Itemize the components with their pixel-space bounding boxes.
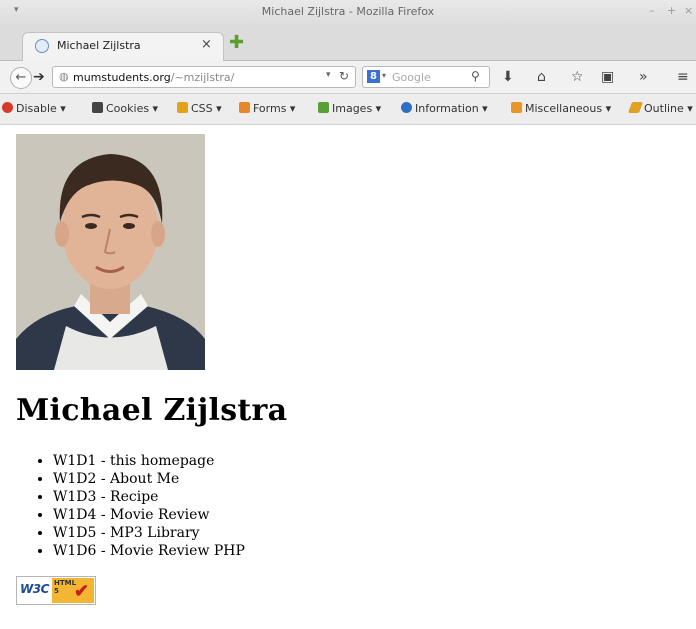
navigation-bar: ← ➔ ◍ mumstudents.org/~mzijlstra/ ▾ ↻ 8 … — [0, 61, 696, 94]
w3c-html5-validation-badge[interactable]: W3C HTML 5 ✔ — [16, 576, 96, 605]
list-item[interactable]: W1D5 - MP3 Library — [53, 524, 245, 542]
devbar-outline-label: Outline ▾ — [644, 102, 693, 115]
profile-photo — [16, 134, 205, 370]
window-titlebar: ▾ Michael Zijlstra - Mozilla Firefox – +… — [0, 0, 696, 26]
devbar-css-label: CSS ▾ — [191, 102, 222, 115]
home-icon[interactable]: ⌂ — [537, 70, 546, 84]
site-identity-globe-icon[interactable]: ◍ — [59, 70, 69, 83]
url-path: /~mzijlstra/ — [170, 71, 235, 84]
url-bar[interactable]: ◍ mumstudents.org/~mzijlstra/ ▾ ↻ — [52, 66, 356, 88]
list-item[interactable]: W1D3 - Recipe — [53, 488, 245, 506]
devbar-forms-label: Forms ▾ — [253, 102, 296, 115]
forward-arrow-icon[interactable]: ➔ — [33, 69, 45, 85]
checkmark-icon: ✔ — [74, 581, 90, 602]
url-domain: mumstudents.org — [73, 71, 171, 84]
devbar-miscellaneous[interactable]: Miscellaneous ▾ — [511, 102, 611, 115]
search-placeholder: Google — [392, 71, 431, 84]
close-window-icon[interactable]: × — [684, 4, 693, 17]
reload-icon[interactable]: ↻ — [339, 69, 349, 83]
page-title: Michael Zijlstra — [16, 393, 288, 428]
hamburger-menu-icon[interactable]: ≡ — [677, 70, 689, 84]
search-bar[interactable]: 8 ▾ Google ⚲ — [362, 66, 490, 88]
bookmarks-menu-icon[interactable]: ▣ — [601, 70, 614, 84]
overflow-chevron-icon[interactable]: » — [639, 70, 648, 84]
outline-icon — [627, 102, 644, 113]
information-icon — [401, 102, 412, 113]
new-tab-plus-icon[interactable]: ✚ — [229, 34, 247, 52]
bookmark-star-icon[interactable]: ☆ — [571, 70, 584, 84]
devbar-cookies[interactable]: Cookies ▾ — [92, 102, 158, 115]
list-item[interactable]: W1D2 - About Me — [53, 470, 245, 488]
tab-close-icon[interactable]: × — [201, 37, 212, 52]
assignment-list: W1D1 - this homepage W1D2 - About Me W1D… — [16, 452, 245, 560]
devbar-images[interactable]: Images ▾ — [318, 102, 381, 115]
miscellaneous-icon — [511, 102, 522, 113]
google-engine-icon[interactable]: 8 — [367, 70, 380, 83]
back-arrow-icon[interactable]: ← — [10, 67, 32, 89]
tab-michael-zijlstra[interactable]: Michael Zijlstra × — [22, 32, 224, 61]
w3c-logo: W3C — [20, 582, 49, 596]
list-item[interactable]: W1D4 - Movie Review — [53, 506, 245, 524]
forms-icon — [239, 102, 250, 113]
search-magnifier-icon[interactable]: ⚲ — [471, 69, 480, 83]
search-engine-dropdown-icon[interactable]: ▾ — [382, 71, 386, 80]
cookies-icon — [92, 102, 103, 113]
url-text[interactable]: mumstudents.org/~mzijlstra/ — [73, 71, 234, 84]
html5-text: HTML 5 — [54, 579, 77, 595]
devbar-forms[interactable]: Forms ▾ — [239, 102, 295, 115]
downloads-arrow-icon[interactable]: ⬇ — [502, 70, 514, 84]
devbar-information-label: Information ▾ — [415, 102, 488, 115]
devbar-miscellaneous-label: Miscellaneous ▾ — [525, 102, 612, 115]
maximize-icon[interactable]: + — [667, 4, 676, 17]
list-item[interactable]: W1D6 - Movie Review PHP — [53, 542, 245, 560]
disable-icon — [2, 102, 13, 113]
devbar-images-label: Images ▾ — [332, 102, 382, 115]
html5-logo: HTML 5 ✔ — [52, 578, 94, 603]
devbar-css[interactable]: CSS ▾ — [177, 102, 222, 115]
page-content: Michael Zijlstra W1D1 - this homepage W1… — [0, 125, 696, 629]
images-icon — [318, 102, 329, 113]
devbar-cookies-label: Cookies ▾ — [106, 102, 159, 115]
devbar-disable-label: Disable ▾ — [16, 102, 66, 115]
tab-label: Michael Zijlstra — [57, 39, 141, 52]
css-icon — [177, 102, 188, 113]
web-developer-toolbar: Disable ▾ Cookies ▾ CSS ▾ Forms ▾ Images… — [0, 94, 696, 125]
tab-strip: Michael Zijlstra × ✚ — [0, 26, 696, 61]
globe-favicon-icon — [35, 39, 49, 53]
url-history-dropdown-icon[interactable]: ▾ — [326, 70, 331, 80]
devbar-disable[interactable]: Disable ▾ — [2, 102, 66, 115]
devbar-information[interactable]: Information ▾ — [401, 102, 488, 115]
window-title: Michael Zijlstra - Mozilla Firefox — [261, 5, 435, 18]
minimize-icon[interactable]: – — [649, 4, 655, 17]
list-item[interactable]: W1D1 - this homepage — [53, 452, 245, 470]
devbar-outline[interactable]: Outline ▾ — [627, 102, 693, 115]
